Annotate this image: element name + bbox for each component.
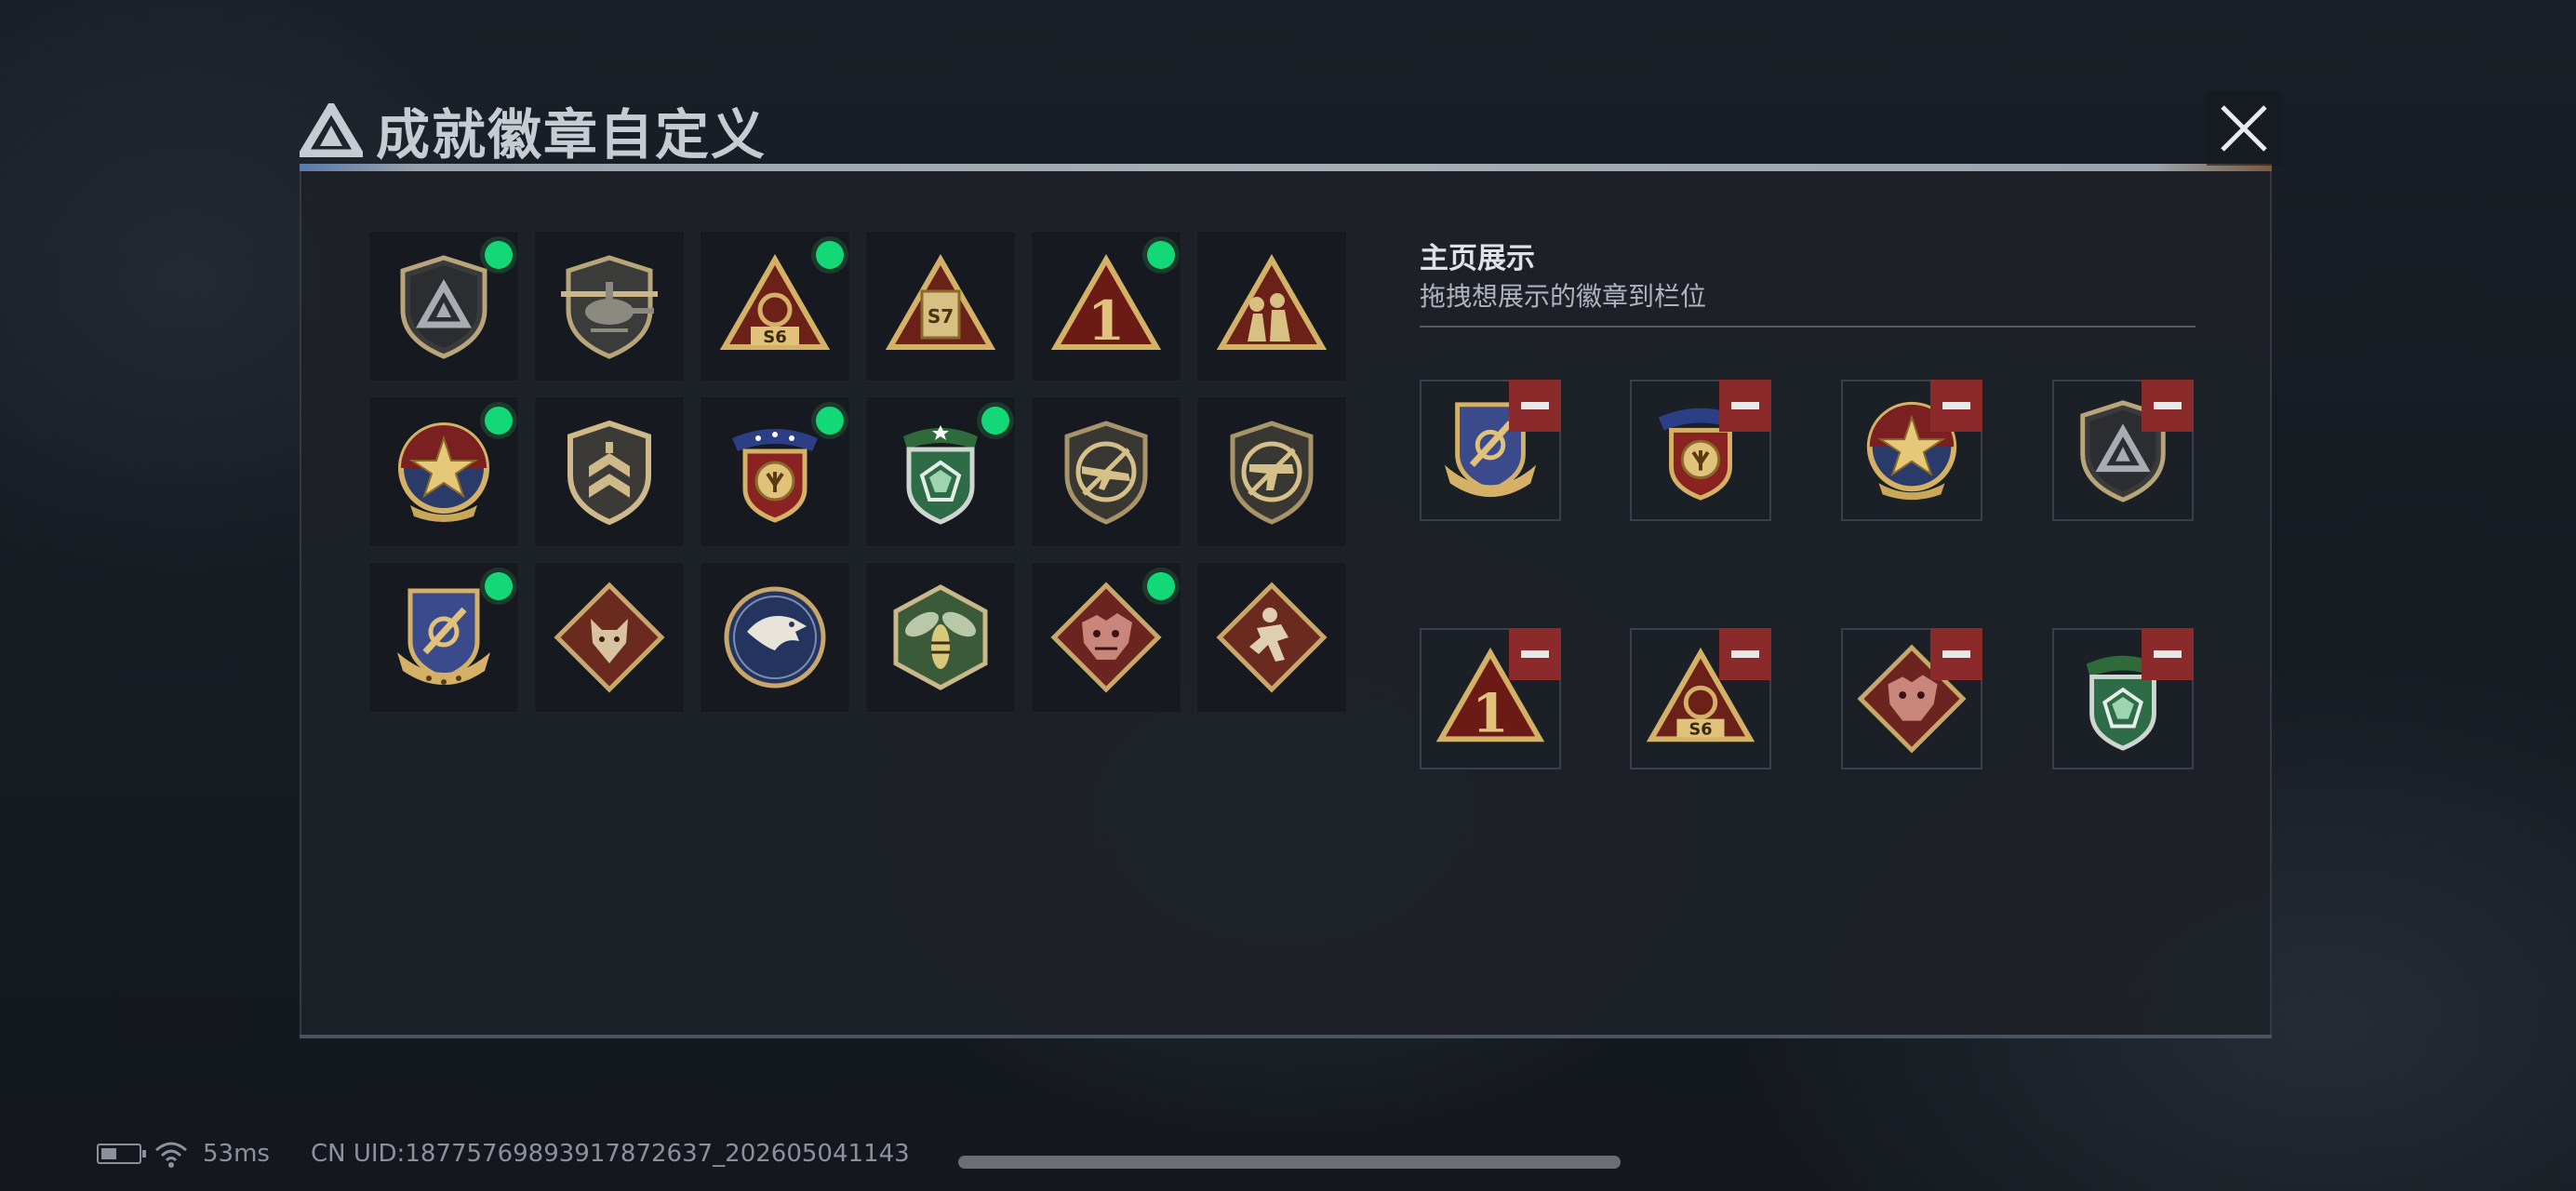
number-1-triangle-badge-icon: 1 (1050, 253, 1162, 353)
status-bar: 53ms CN UID:1877576989391787263​7_202605… (97, 1139, 910, 1169)
dragon-diamond-badge-icon (1050, 582, 1162, 693)
minus-icon (1521, 402, 1549, 409)
minus-icon (1942, 402, 1970, 409)
badge-cell-helicopter[interactable] (534, 231, 685, 381)
remove-badge-button[interactable] (1719, 380, 1771, 432)
wolf-diamond-badge-icon (554, 582, 665, 693)
triangle-logo-icon (300, 103, 363, 157)
close-button[interactable] (2207, 91, 2281, 166)
svg-text:1: 1 (1088, 289, 1125, 353)
chevron-shield-badge-icon (567, 420, 651, 526)
eagle-circle-badge-icon (724, 586, 826, 689)
runner-diamond-badge-icon (1216, 582, 1328, 693)
badge-cell-runner-diamond[interactable] (1196, 562, 1347, 713)
showcase-hint: 拖拽想展示的徽章到栏位 (1420, 281, 1707, 312)
badge-collection-grid: S6 S7 1 (368, 231, 1347, 713)
soldiers-triangle-badge-icon (1216, 253, 1328, 350)
badge-cell-star-medal[interactable] (368, 396, 519, 547)
shield-triangle-badge-icon (400, 255, 487, 359)
wasp-hexagon-badge-icon (893, 584, 988, 690)
panel-bottom-edge (300, 1035, 2272, 1038)
equipped-indicator (1147, 572, 1175, 600)
minus-icon (1731, 402, 1759, 409)
remove-badge-button[interactable] (1719, 628, 1771, 680)
remove-badge-button[interactable] (1930, 380, 1982, 432)
badge-cell-soldiers-triangle[interactable] (1196, 231, 1347, 381)
minus-icon (1521, 650, 1549, 658)
svg-text:S7: S7 (928, 305, 954, 328)
s7-triangle-badge-icon: S7 (885, 253, 996, 350)
green-gem-shield-badge-icon (903, 425, 978, 525)
star-medal-badge-icon (398, 422, 489, 522)
equipped-indicator (981, 407, 1009, 435)
equipped-indicator (1147, 241, 1175, 269)
badge-cell-dragon-diamond[interactable] (1031, 562, 1181, 713)
showcase-slot-5[interactable]: 1 (1420, 628, 1561, 769)
minus-icon (1942, 650, 1970, 658)
remove-badge-button[interactable] (1930, 628, 1982, 680)
showcase-slot-1[interactable] (1420, 380, 1561, 521)
badge-cell-shield-triangle[interactable] (368, 231, 519, 381)
badge-cell-number-1-triangle[interactable]: 1 (1031, 231, 1181, 381)
user-uid: CN UID:1877576989391787263​7_20260504114… (310, 1140, 910, 1168)
badge-cell-wasp-hexagon[interactable] (865, 562, 1016, 713)
equipped-indicator (816, 241, 844, 269)
title-divider (300, 164, 2272, 171)
equipped-indicator (485, 241, 513, 269)
remove-badge-button[interactable] (2142, 628, 2194, 680)
badge-cell-rifle-crossed[interactable] (1031, 396, 1181, 547)
helicopter-badge-icon (561, 255, 658, 359)
badge-cell-s6-triangle[interactable]: S6 (700, 231, 850, 381)
dialog-header: 成就徽章自定义 (300, 88, 767, 172)
showcase-slot-7[interactable] (1841, 628, 1982, 769)
page-title: 成就徽章自定义 (376, 103, 767, 167)
badge-cell-anchor-shield[interactable] (368, 562, 519, 713)
showcase-slot-4[interactable] (2052, 380, 2194, 521)
svg-text:1: 1 (1472, 682, 1509, 744)
ping-value: 53ms (203, 1140, 270, 1168)
crown-medal-badge-icon (732, 429, 818, 523)
equipped-indicator (485, 407, 513, 435)
rifle-crossed-badge-icon (1064, 421, 1148, 525)
smg-crossed-badge-icon (1230, 421, 1314, 525)
badge-cell-green-gem-shield[interactable] (865, 396, 1016, 547)
badge-cell-chevron-shield[interactable] (534, 396, 685, 547)
badge-cell-crown-medal[interactable] (700, 396, 850, 547)
showcase-title: 主页展示 (1420, 242, 1535, 275)
minus-icon (1731, 650, 1759, 658)
minus-icon (2154, 650, 2182, 658)
showcase-divider (1420, 326, 2196, 328)
badge-cell-smg-crossed[interactable] (1196, 396, 1347, 547)
svg-text:S6: S6 (1688, 720, 1712, 739)
wifi-icon (155, 1142, 187, 1168)
minus-icon (2154, 402, 2182, 409)
close-icon (2221, 105, 2267, 152)
equipped-indicator (485, 572, 513, 600)
badge-cell-wolf-diamond[interactable] (534, 562, 685, 713)
showcase-slot-3[interactable] (1841, 380, 1982, 521)
anchor-shield-badge-icon (397, 588, 490, 685)
remove-badge-button[interactable] (2142, 380, 2194, 432)
remove-badge-button[interactable] (1509, 628, 1561, 680)
svg-text:S6: S6 (763, 328, 787, 347)
badge-cell-eagle-circle[interactable] (700, 562, 850, 713)
badge-cell-s7-triangle[interactable]: S7 (865, 231, 1016, 381)
remove-badge-button[interactable] (1509, 380, 1561, 432)
showcase-slot-2[interactable] (1630, 380, 1771, 521)
home-indicator[interactable] (958, 1156, 1621, 1169)
equipped-indicator (816, 407, 844, 435)
showcase-slot-6[interactable]: S6 (1630, 628, 1771, 769)
s6-triangle-badge-icon: S6 (719, 253, 831, 350)
battery-icon (97, 1144, 146, 1164)
showcase-slot-8[interactable] (2052, 628, 2194, 769)
